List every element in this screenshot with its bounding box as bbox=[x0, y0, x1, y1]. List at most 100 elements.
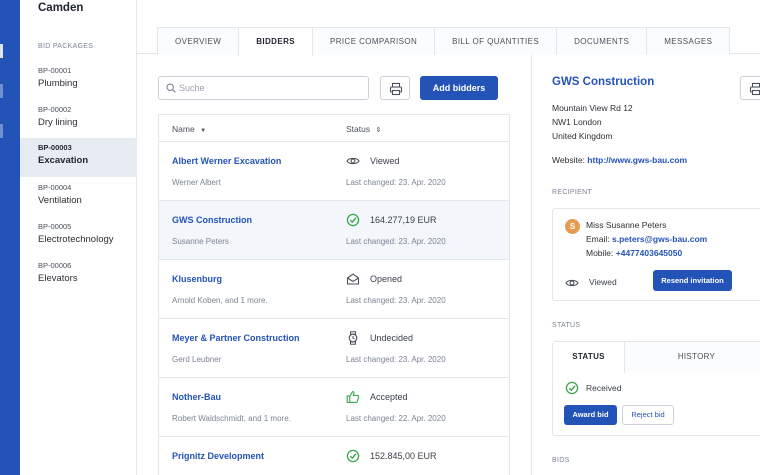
award-bid-button[interactable]: Award bid bbox=[564, 405, 617, 425]
email-link[interactable]: s.peters@gws-bau.com bbox=[612, 234, 707, 244]
recipient-card: S Miss Susanne Peters Email: s.peters@gw… bbox=[552, 208, 760, 301]
avatar: S bbox=[565, 219, 580, 234]
bidder-name[interactable]: Nother-Bau bbox=[172, 392, 221, 402]
printer-icon bbox=[749, 82, 760, 96]
reject-bid-button[interactable]: Reject bid bbox=[622, 405, 674, 425]
sidebar: Camden BID PACKAGES BP-00001 Plumbing BP… bbox=[20, 0, 137, 475]
bidder-name[interactable]: GWS Construction bbox=[172, 215, 252, 225]
mobile-label: Mobile: bbox=[586, 248, 614, 258]
tab-bidders[interactable]: BIDDERS bbox=[238, 27, 313, 56]
add-bidders-button[interactable]: Add bidders bbox=[420, 76, 498, 100]
bidder-contact: Werner Albert bbox=[172, 178, 221, 187]
bidder-name[interactable]: Prignitz Development bbox=[172, 451, 264, 461]
bid-package-code: BP-00006 bbox=[38, 261, 72, 270]
watch-icon bbox=[348, 331, 358, 345]
tab-price-comparison[interactable]: PRICE COMPARISON bbox=[312, 27, 436, 55]
table-row[interactable]: Klusenburg Arnold Koben, and 1 more. Ope… bbox=[159, 260, 509, 319]
detail-print-button[interactable] bbox=[740, 76, 760, 100]
table-row[interactable]: Albert Werner Excavation Werner Albert V… bbox=[159, 142, 509, 201]
address-line: Mountain View Rd 12 bbox=[552, 103, 633, 113]
mobile-link[interactable]: +4477403645050 bbox=[616, 248, 682, 258]
recipient-name: Miss Susanne Peters bbox=[586, 220, 667, 230]
last-changed: Last changed: 23. Apr. 2020 bbox=[346, 355, 446, 364]
search-input[interactable] bbox=[179, 80, 364, 96]
tab-bar: OVERVIEW BIDDERS PRICE COMPARISON BILL O… bbox=[137, 0, 760, 56]
table-header: Name ▼ Status ⇕ bbox=[159, 115, 509, 142]
tab-bill-of-quantities[interactable]: BILL OF QUANTITIES bbox=[434, 27, 558, 55]
bid-package-item[interactable]: BP-00005 Electrotechnology bbox=[20, 217, 137, 256]
bidder-contact: Gerd Leubner bbox=[172, 355, 222, 364]
status-tabs: STATUS HISTORY bbox=[553, 342, 760, 373]
bidder-contact: Susanne Peters bbox=[172, 237, 229, 246]
bid-package-item[interactable]: BP-00002 Dry lining bbox=[20, 100, 137, 139]
bidder-status: Undecided bbox=[370, 333, 414, 343]
bid-package-name: Electrotechnology bbox=[38, 234, 114, 245]
eye-icon bbox=[346, 157, 360, 165]
check-circle-icon bbox=[565, 381, 579, 395]
bid-package-code: BP-00002 bbox=[38, 105, 72, 114]
thumbs-up-icon bbox=[346, 391, 360, 403]
bidder-contact: Arnold Koben, and 1 more. bbox=[172, 296, 268, 305]
printer-icon bbox=[389, 82, 403, 96]
bid-package-code: BP-00003 bbox=[38, 143, 72, 152]
check-circle-icon bbox=[346, 449, 360, 463]
rail-marker[interactable] bbox=[0, 124, 3, 138]
bids-section-label: BIDS bbox=[552, 457, 570, 464]
print-button[interactable] bbox=[380, 76, 410, 100]
table-row-selected[interactable]: GWS Construction Susanne Peters 164.277,… bbox=[159, 201, 509, 260]
tab-documents[interactable]: DOCUMENTS bbox=[556, 27, 648, 55]
table-row[interactable]: Nother-Bau Robert Waldschmidt, and 1 mor… bbox=[159, 378, 509, 437]
rail-marker[interactable] bbox=[0, 84, 3, 98]
bidder-detail-panel: GWS Construction Mountain View Rd 12 NW1… bbox=[531, 55, 760, 475]
check-circle-icon bbox=[346, 213, 360, 227]
bid-package-name: Elevators bbox=[38, 273, 78, 284]
bidder-status: Opened bbox=[370, 274, 403, 284]
bid-package-name: Excavation bbox=[38, 155, 89, 166]
email-label: Email: bbox=[586, 234, 610, 244]
project-title: Camden bbox=[38, 2, 84, 14]
app-rail bbox=[0, 0, 20, 475]
status-column-header[interactable]: Status ⇕ bbox=[346, 124, 381, 134]
invitation-state: Viewed bbox=[589, 277, 617, 287]
last-changed: Last changed: 23. Apr. 2020 bbox=[346, 178, 446, 187]
tab-messages[interactable]: MESSAGES bbox=[646, 27, 731, 55]
last-changed: Last changed: 23. Apr. 2020 bbox=[346, 237, 446, 246]
bidder-name[interactable]: Klusenburg bbox=[172, 274, 222, 284]
last-changed: Last changed: 23. Apr. 2020 bbox=[346, 296, 446, 305]
status-column-label: Status bbox=[346, 124, 371, 134]
resend-invitation-button[interactable]: Resend invitation bbox=[653, 270, 732, 291]
recipient-email: Email: s.peters@gws-bau.com bbox=[586, 234, 707, 244]
status-section-label: STATUS bbox=[552, 322, 581, 329]
rail-marker[interactable] bbox=[0, 44, 3, 58]
bidder-name[interactable]: Meyer & Partner Construction bbox=[172, 333, 300, 343]
bid-package-item[interactable]: BP-00006 Elevators bbox=[20, 256, 137, 295]
bid-package-item[interactable]: BP-00004 Ventilation bbox=[20, 178, 137, 217]
bidders-table: Name ▼ Status ⇕ Albert Werner Excavation… bbox=[158, 114, 510, 475]
table-row[interactable]: Prignitz Development 152.845,00 EUR bbox=[159, 437, 509, 475]
table-row[interactable]: Meyer & Partner Construction Gerd Leubne… bbox=[159, 319, 509, 378]
search-box bbox=[158, 76, 369, 100]
sort-both-icon: ⇕ bbox=[375, 127, 382, 134]
eye-icon bbox=[565, 279, 579, 287]
bid-package-name: Plumbing bbox=[38, 78, 78, 89]
bidder-status: 152.845,00 EUR bbox=[370, 451, 437, 461]
website-label: Website: bbox=[552, 155, 585, 165]
bid-package-code: BP-00005 bbox=[38, 222, 72, 231]
main-content: OVERVIEW BIDDERS PRICE COMPARISON BILL O… bbox=[137, 0, 760, 475]
tab-history[interactable]: HISTORY bbox=[625, 342, 760, 372]
status-card: STATUS HISTORY Received Award bid Reject… bbox=[552, 341, 760, 436]
tab-overview[interactable]: OVERVIEW bbox=[157, 27, 240, 55]
bid-packages-label: BID PACKAGES bbox=[38, 43, 94, 50]
bid-package-name: Dry lining bbox=[38, 117, 78, 128]
address-line: NW1 London bbox=[552, 117, 602, 127]
bidder-status: Viewed bbox=[370, 156, 400, 166]
bid-package-item[interactable]: BP-00001 Plumbing bbox=[20, 61, 137, 100]
name-column-header[interactable]: Name ▼ bbox=[172, 124, 206, 134]
bid-package-item-active[interactable]: BP-00003 Excavation bbox=[20, 138, 137, 177]
tab-status[interactable]: STATUS bbox=[553, 342, 625, 373]
website-link[interactable]: http://www.gws-bau.com bbox=[587, 155, 687, 165]
bid-status-value: Received bbox=[586, 383, 622, 393]
recipient-mobile: Mobile: +4477403645050 bbox=[586, 248, 682, 258]
envelope-open-icon bbox=[346, 273, 360, 285]
bidder-name[interactable]: Albert Werner Excavation bbox=[172, 156, 281, 166]
